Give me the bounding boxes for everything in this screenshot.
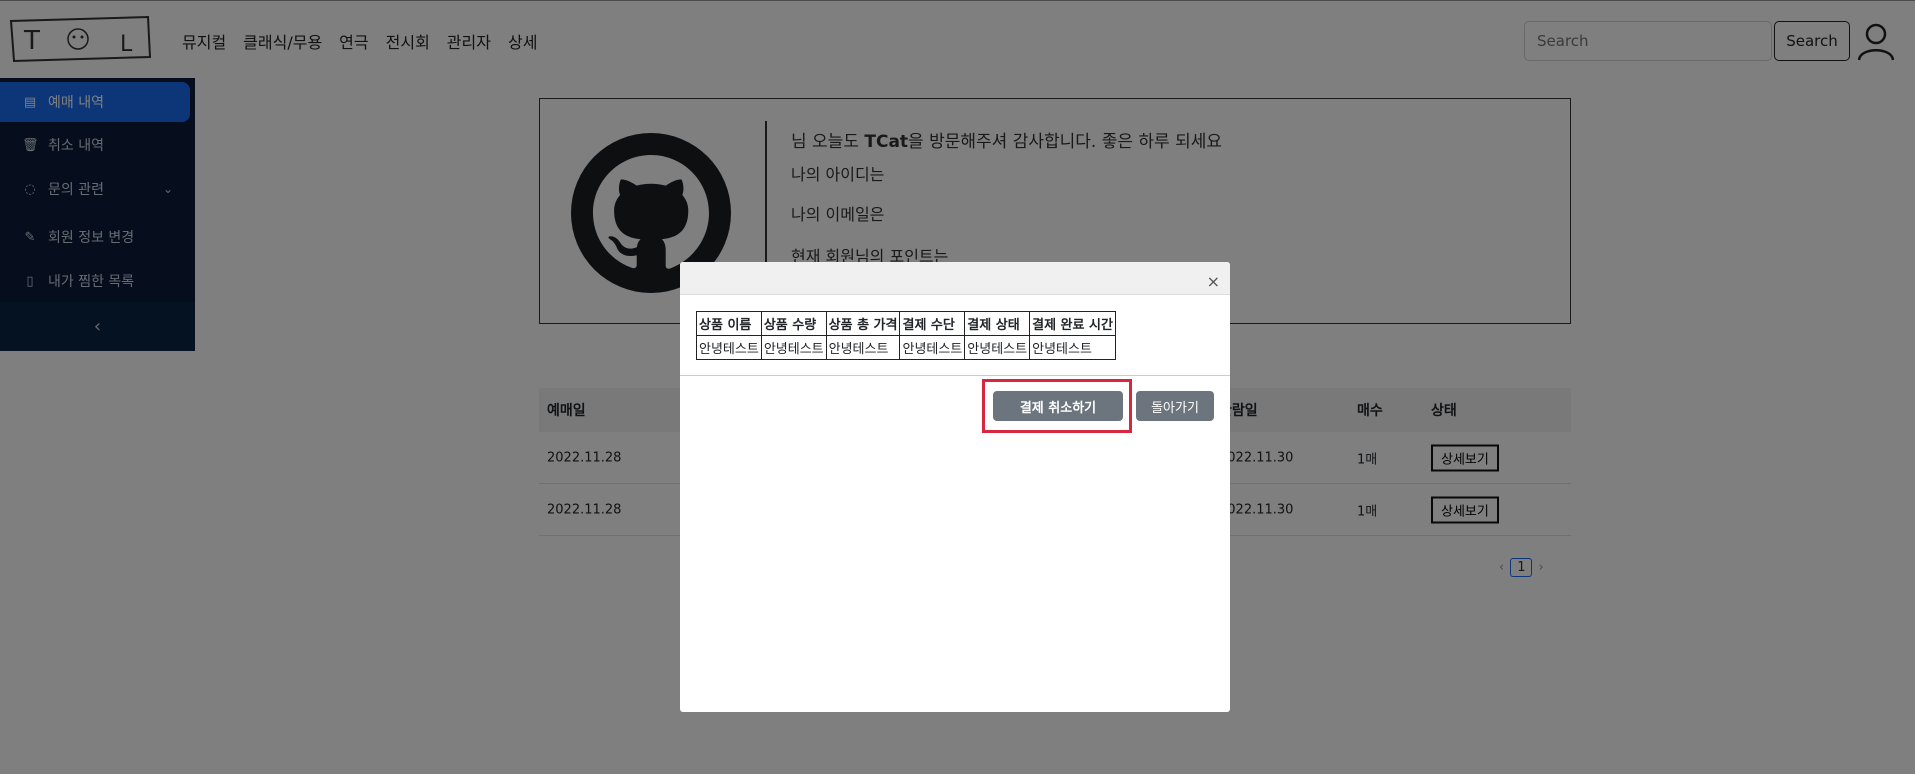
total-price: 안녕테스트 [825, 335, 901, 360]
payment-status: 안녕테스트 [964, 335, 1031, 360]
product-name: 안녕테스트 [696, 335, 762, 360]
header-payment-time: 결제 완료 시간 [1029, 311, 1116, 336]
payment-time: 안녕테스트 [1029, 335, 1116, 360]
cancel-payment-button[interactable]: 결제 취소하기 [993, 391, 1123, 421]
header-total-price: 상품 총 가격 [825, 311, 901, 336]
table-row: 안녕테스트 안녕테스트 안녕테스트 안녕테스트 안녕테스트 안녕테스트 [696, 335, 1116, 360]
payment-method: 안녕테스트 [899, 335, 966, 360]
product-quantity: 안녕테스트 [760, 335, 827, 360]
close-icon[interactable]: × [1207, 272, 1220, 291]
payment-detail-modal: × 상품 이름 상품 수량 상품 총 가격 결제 수단 결제 상태 결제 완료 … [680, 262, 1230, 712]
divider [680, 375, 1230, 376]
table-header-row: 상품 이름 상품 수량 상품 총 가격 결제 수단 결제 상태 결제 완료 시간 [696, 311, 1116, 336]
modal-header: × [680, 262, 1230, 295]
payment-table: 상품 이름 상품 수량 상품 총 가격 결제 수단 결제 상태 결제 완료 시간… [696, 311, 1116, 360]
header-payment-method: 결제 수단 [899, 311, 966, 336]
header-payment-status: 결제 상태 [964, 311, 1031, 336]
header-product-name: 상품 이름 [696, 311, 762, 336]
back-button[interactable]: 돌아가기 [1136, 391, 1214, 421]
header-product-quantity: 상품 수량 [760, 311, 827, 336]
